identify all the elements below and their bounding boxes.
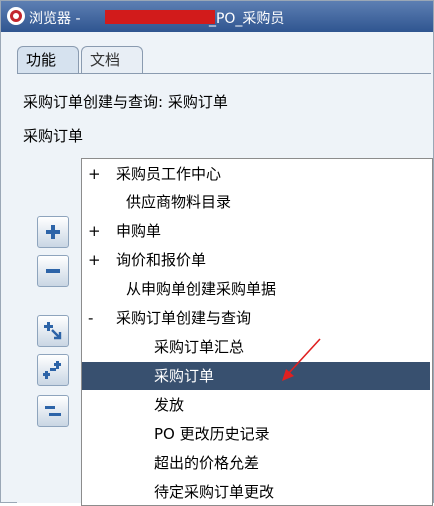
tab-functions[interactable]: 功能: [17, 46, 79, 73]
tree-item-buyer-work-center[interactable]: + 采购员工作中心: [82, 160, 430, 188]
redaction-mark: [105, 10, 215, 24]
tree-item-label: 询价和报价单: [116, 251, 207, 269]
tree-item-exceeded-price-tolerance[interactable]: 超出的价格允差: [82, 449, 430, 477]
tree-expand-marker[interactable]: +: [88, 160, 101, 188]
tree-item-pending-po-changes[interactable]: 待定采购订单更改: [82, 478, 430, 505]
collapse-button[interactable]: [37, 255, 69, 287]
tree-item-label: 申购单: [116, 222, 162, 240]
tree-item-po-summary[interactable]: 采购订单汇总: [82, 333, 430, 361]
function-tree: + 采购员工作中心 供应商物料目录 + 申购单 + 询价和报价单 从申购单创建采…: [81, 158, 433, 506]
collapse-all-icon: [45, 406, 61, 416]
plus-icon: [46, 225, 60, 239]
tree-item-releases[interactable]: 发放: [82, 391, 430, 419]
tree-item-rfq-quotations[interactable]: + 询价和报价单: [82, 246, 430, 274]
collapse-all-button[interactable]: [37, 395, 69, 427]
tree-item-label: 采购订单: [154, 367, 215, 385]
tree-expand-marker[interactable]: +: [88, 246, 101, 274]
tree-item-label: 待定采购订单更改: [154, 483, 275, 501]
tree-item-label: 采购员工作中心: [116, 165, 222, 183]
expand-branch-icon: [43, 361, 61, 379]
tree-collapse-marker[interactable]: -: [88, 304, 93, 332]
expand-all-icon: [44, 322, 62, 340]
tree-item-label: 供应商物料目录: [126, 193, 232, 211]
tree-item-label: 从申购单创建采购单据: [126, 280, 277, 298]
tree-item-po-create-query[interactable]: - 采购订单创建与查询: [82, 304, 430, 332]
tree-item-label: 发放: [154, 396, 185, 414]
tree-item-label: 超出的价格允差: [154, 454, 260, 472]
selected-function-label: 采购订单: [23, 127, 84, 145]
tree-item-supplier-catalog[interactable]: 供应商物料目录: [82, 188, 430, 216]
tree-item-purchase-order[interactable]: 采购订单: [82, 362, 430, 390]
tree-expand-marker[interactable]: +: [88, 217, 101, 245]
minus-icon: [46, 269, 60, 273]
tree-item-label: PO 更改历史记录: [154, 425, 270, 443]
tree-item-label: 采购订单创建与查询: [116, 309, 252, 327]
expand-branch-button[interactable]: [37, 354, 69, 386]
tree-item-autocreate[interactable]: 从申购单创建采购单据: [82, 275, 430, 303]
tree-item-requisitions[interactable]: + 申购单: [82, 217, 430, 245]
expand-button[interactable]: [37, 216, 69, 248]
browser-window: 浏览器 - _PO_采购员 功能 文档 采购订单创建与查询: 采购订单 采购订单: [0, 0, 434, 506]
tab-documents[interactable]: 文档: [81, 46, 143, 73]
page-title: 采购订单创建与查询: 采购订单: [23, 93, 228, 111]
title-bar: 浏览器 - _PO_采购员: [1, 1, 433, 32]
annotation-arrow-icon: [282, 338, 321, 381]
expand-all-button[interactable]: [37, 315, 69, 347]
tree-item-label: 采购订单汇总: [154, 338, 245, 356]
tree-item-po-change-history[interactable]: PO 更改历史记录: [82, 420, 430, 448]
oracle-logo-icon: [7, 7, 25, 25]
